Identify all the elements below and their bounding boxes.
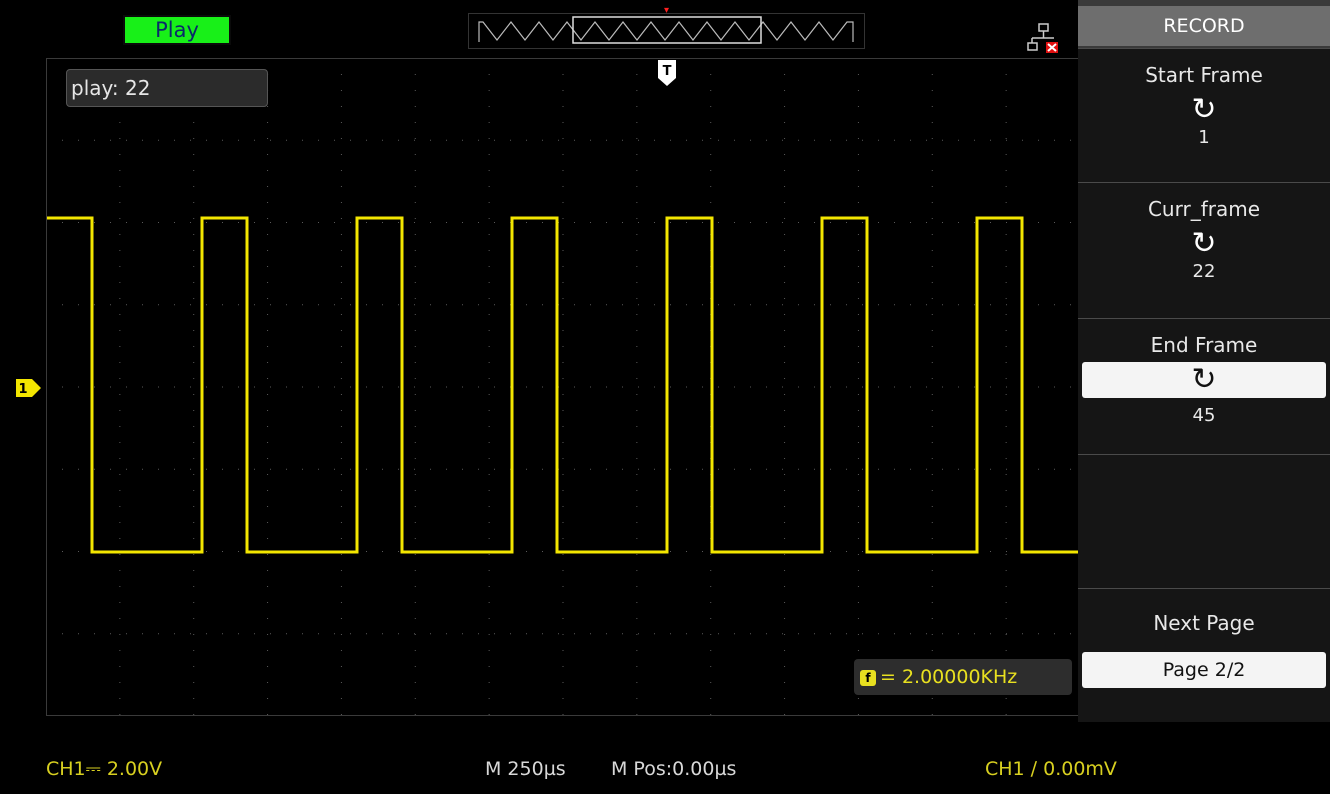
menu-next-page[interactable]: Next Page Page 2/2	[1078, 588, 1330, 722]
frequency-value: = 2.00000KHz	[880, 666, 1018, 688]
timebase-readout: M 250µs	[485, 758, 566, 780]
ch1-level-marker: 1	[16, 379, 41, 397]
curr-frame-value: 22	[1192, 261, 1216, 282]
menu-empty-slot	[1078, 454, 1330, 588]
play-frame-label: play: 22	[66, 69, 268, 107]
trigger-level-readout: CH1 ∕ 0.00mV	[985, 758, 1117, 780]
rotate-knob-icon: ↻	[1082, 362, 1326, 398]
menu-curr-frame[interactable]: Curr_frame ↻ 22	[1078, 182, 1330, 318]
graticule-border	[46, 58, 1080, 716]
start-frame-label: Start Frame	[1145, 63, 1263, 87]
record-menu: RECORD Start Frame ↻ 1 Curr_frame ↻ 22 E…	[1078, 0, 1330, 722]
menu-end-frame[interactable]: End Frame ↻ 45	[1078, 318, 1330, 454]
menu-title: RECORD	[1078, 6, 1330, 46]
trigger-t-marker: T	[658, 60, 676, 86]
svg-text:T: T	[663, 64, 672, 79]
oscilloscope-screen: Play ▾ T 1 play: 22 f = 2.00000KHz RECORD	[0, 0, 1330, 794]
end-frame-label: End Frame	[1150, 333, 1258, 357]
ch1-scale-readout: CH1⎓ 2.00V	[46, 758, 163, 780]
page-indicator: Page 2/2	[1082, 652, 1326, 688]
end-frame-value: 45	[1192, 405, 1216, 426]
rotate-knob-icon: ↻	[1191, 92, 1217, 127]
curr-frame-label: Curr_frame	[1147, 197, 1261, 221]
svg-text:1: 1	[18, 382, 27, 397]
mpos-readout: M Pos:0.00µs	[611, 758, 737, 780]
rotate-knob-icon: ↻	[1191, 226, 1217, 261]
frequency-readout: f = 2.00000KHz	[854, 659, 1072, 695]
next-page-label: Next Page	[1153, 611, 1255, 635]
menu-start-frame[interactable]: Start Frame ↻ 1	[1078, 48, 1330, 182]
frequency-icon: f	[860, 669, 876, 686]
start-frame-value: 1	[1198, 127, 1210, 148]
